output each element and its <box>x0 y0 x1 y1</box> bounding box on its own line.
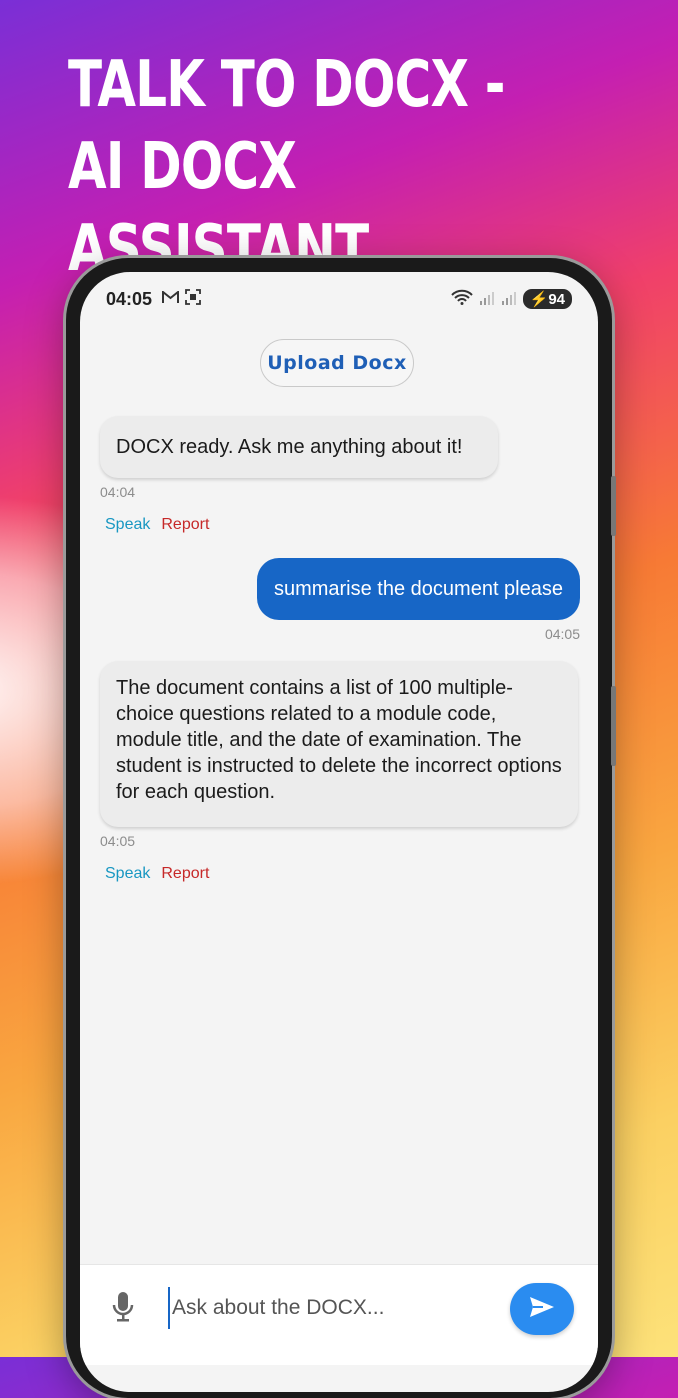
user-message-bubble: summarise the document please <box>256 558 580 620</box>
battery-charging-icon: ⚡94 <box>522 289 572 309</box>
promo-title-line-1: TALK TO DOCX - <box>68 48 506 122</box>
phone-power-button <box>611 686 616 766</box>
status-bar: 04:05 ⚡94 <box>106 286 572 312</box>
promo-title: TALK TO DOCX - AI DOCX ASSISTANT <box>68 44 544 290</box>
status-time: 04:05 <box>106 288 153 309</box>
phone-frame: 04:05 ⚡94 Upload Docx DOCX ready. Ask me… <box>66 258 616 1398</box>
wifi-icon <box>450 289 473 310</box>
upload-docx-button[interactable]: Upload Docx <box>260 339 414 387</box>
battery-level: 94 <box>548 291 565 308</box>
message-timestamp: 04:05 <box>544 626 580 642</box>
report-button[interactable]: Report <box>161 516 209 534</box>
screenshot-icon <box>185 289 201 309</box>
report-button[interactable]: Report <box>161 865 209 883</box>
message-timestamp: 04:05 <box>100 833 136 849</box>
signal-icon-2 <box>501 289 517 310</box>
message-actions: Speak Report <box>105 865 209 883</box>
microphone-icon[interactable] <box>112 1291 134 1328</box>
send-icon <box>529 1296 555 1323</box>
message-actions: Speak Report <box>105 516 209 534</box>
signal-icon <box>479 289 495 310</box>
message-text: The document contains a list of 100 mult… <box>116 677 562 803</box>
bot-message-bubble: The document contains a list of 100 mult… <box>100 661 578 827</box>
phone-volume-button <box>611 476 616 536</box>
message-timestamp: 04:04 <box>100 484 136 500</box>
speak-button[interactable]: Speak <box>105 516 150 534</box>
speak-button[interactable]: Speak <box>105 865 150 883</box>
send-button[interactable] <box>510 1283 574 1335</box>
message-text: summarise the document please <box>273 577 563 600</box>
composer-bar <box>80 1264 598 1365</box>
app-screen: 04:05 ⚡94 Upload Docx DOCX ready. Ask me… <box>80 272 598 1392</box>
gmail-icon <box>162 289 180 308</box>
bot-message-bubble: DOCX ready. Ask me anything about it! <box>100 416 498 478</box>
ask-input[interactable] <box>168 1287 504 1329</box>
message-text: DOCX ready. Ask me anything about it! <box>116 436 463 458</box>
